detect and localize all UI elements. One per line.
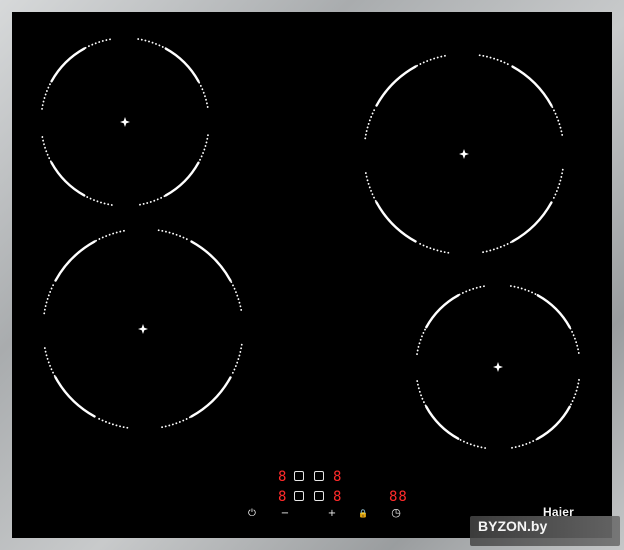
zone-center-mark-icon — [120, 117, 130, 127]
lock-icon[interactable]: 🔒 — [357, 509, 369, 519]
zone-arc-solid — [164, 161, 200, 197]
zone-arc-dotted — [416, 241, 450, 254]
zone-arc-dotted — [416, 378, 427, 407]
zone-arc-dotted — [551, 168, 564, 202]
zone-arc-dotted — [569, 378, 580, 407]
zone-arc-dotted — [569, 327, 580, 356]
zone-arc-solid — [54, 376, 96, 418]
plus-icon[interactable]: + — [326, 509, 338, 519]
zone-arc-dotted — [84, 195, 113, 206]
zone-arc-dotted — [478, 241, 512, 254]
zone-arc-solid — [375, 65, 417, 107]
cooking-zones — [41, 38, 580, 449]
zone-arc-solid — [425, 405, 460, 440]
zone-arc-dotted — [458, 438, 487, 449]
watermark-text: BYZON.by — [478, 518, 548, 534]
zone-arc-solid — [511, 65, 553, 107]
zone-arc-dotted — [416, 54, 450, 67]
zone-arc-dotted — [95, 416, 129, 429]
zone-arc-dotted — [84, 38, 113, 49]
zone-arc-solid — [425, 294, 460, 329]
zone-arc-solid — [54, 240, 96, 282]
timer-icon[interactable]: ◷ — [389, 507, 403, 518]
zone-arc-dotted — [157, 416, 191, 429]
zone-arc-solid — [190, 376, 232, 418]
zone-arc-dotted — [416, 327, 427, 356]
zone-arc-dotted — [478, 54, 512, 67]
power-icon[interactable]: ⏻ — [246, 509, 258, 519]
brand-logo: Haier — [543, 505, 575, 519]
zone-arc-dotted — [41, 134, 52, 163]
right-zone-display-bottom: 8 — [333, 489, 343, 505]
zone-arc-dotted — [230, 343, 243, 377]
zone-arc-dotted — [509, 438, 538, 449]
zone-arc-dotted — [458, 285, 487, 296]
cooking-zone-top-right[interactable] — [364, 54, 564, 254]
zone-arc-solid — [511, 201, 553, 243]
cooking-zone-bottom-left[interactable] — [43, 229, 243, 429]
zone-arc-solid — [50, 47, 86, 83]
zone-arc-dotted — [41, 81, 52, 110]
zone-arc-dotted — [551, 106, 564, 140]
cooking-zone-bottom-right[interactable] — [416, 285, 580, 449]
zone-arc-dotted — [157, 229, 191, 242]
minus-icon[interactable]: − — [279, 509, 291, 519]
zone-arc-solid — [536, 294, 571, 329]
hob-photo: 8 8 8 8 88 ⏻ − + 🔒 ◷ BYZON.by Haier — [0, 0, 624, 550]
zone-arc-solid — [50, 161, 86, 197]
zone-arc-dotted — [95, 229, 129, 242]
zone-arc-dotted — [364, 106, 377, 140]
zone-arc-dotted — [137, 38, 166, 49]
timer-display: 88 — [389, 489, 408, 505]
zone-arc-dotted — [198, 81, 209, 110]
zone-arc-solid — [375, 201, 417, 243]
zone-arc-solid — [164, 47, 200, 83]
zone-arc-dotted — [43, 343, 56, 377]
zone-arc-dotted — [230, 281, 243, 315]
zone-arc-solid — [190, 240, 232, 282]
zone-arc-dotted — [509, 285, 538, 296]
left-zone-display-bottom: 8 — [278, 489, 288, 505]
zone-select-key-bottom-right[interactable] — [314, 491, 324, 501]
zone-center-mark-icon — [493, 362, 503, 372]
zone-select-key-bottom-left[interactable] — [294, 491, 304, 501]
zone-select-key-top-right[interactable] — [314, 471, 324, 481]
zone-arc-dotted — [364, 168, 377, 202]
left-zone-display-top: 8 — [278, 469, 288, 485]
zone-arc-dotted — [137, 195, 166, 206]
zone-center-mark-icon — [459, 149, 469, 159]
zone-center-mark-icon — [138, 324, 148, 334]
zone-select-key-top-left[interactable] — [294, 471, 304, 481]
cooking-zone-top-left[interactable] — [41, 38, 209, 206]
zone-arc-dotted — [198, 134, 209, 163]
zone-arc-dotted — [43, 281, 56, 315]
zone-arc-solid — [536, 405, 571, 440]
right-zone-display-top: 8 — [333, 469, 343, 485]
